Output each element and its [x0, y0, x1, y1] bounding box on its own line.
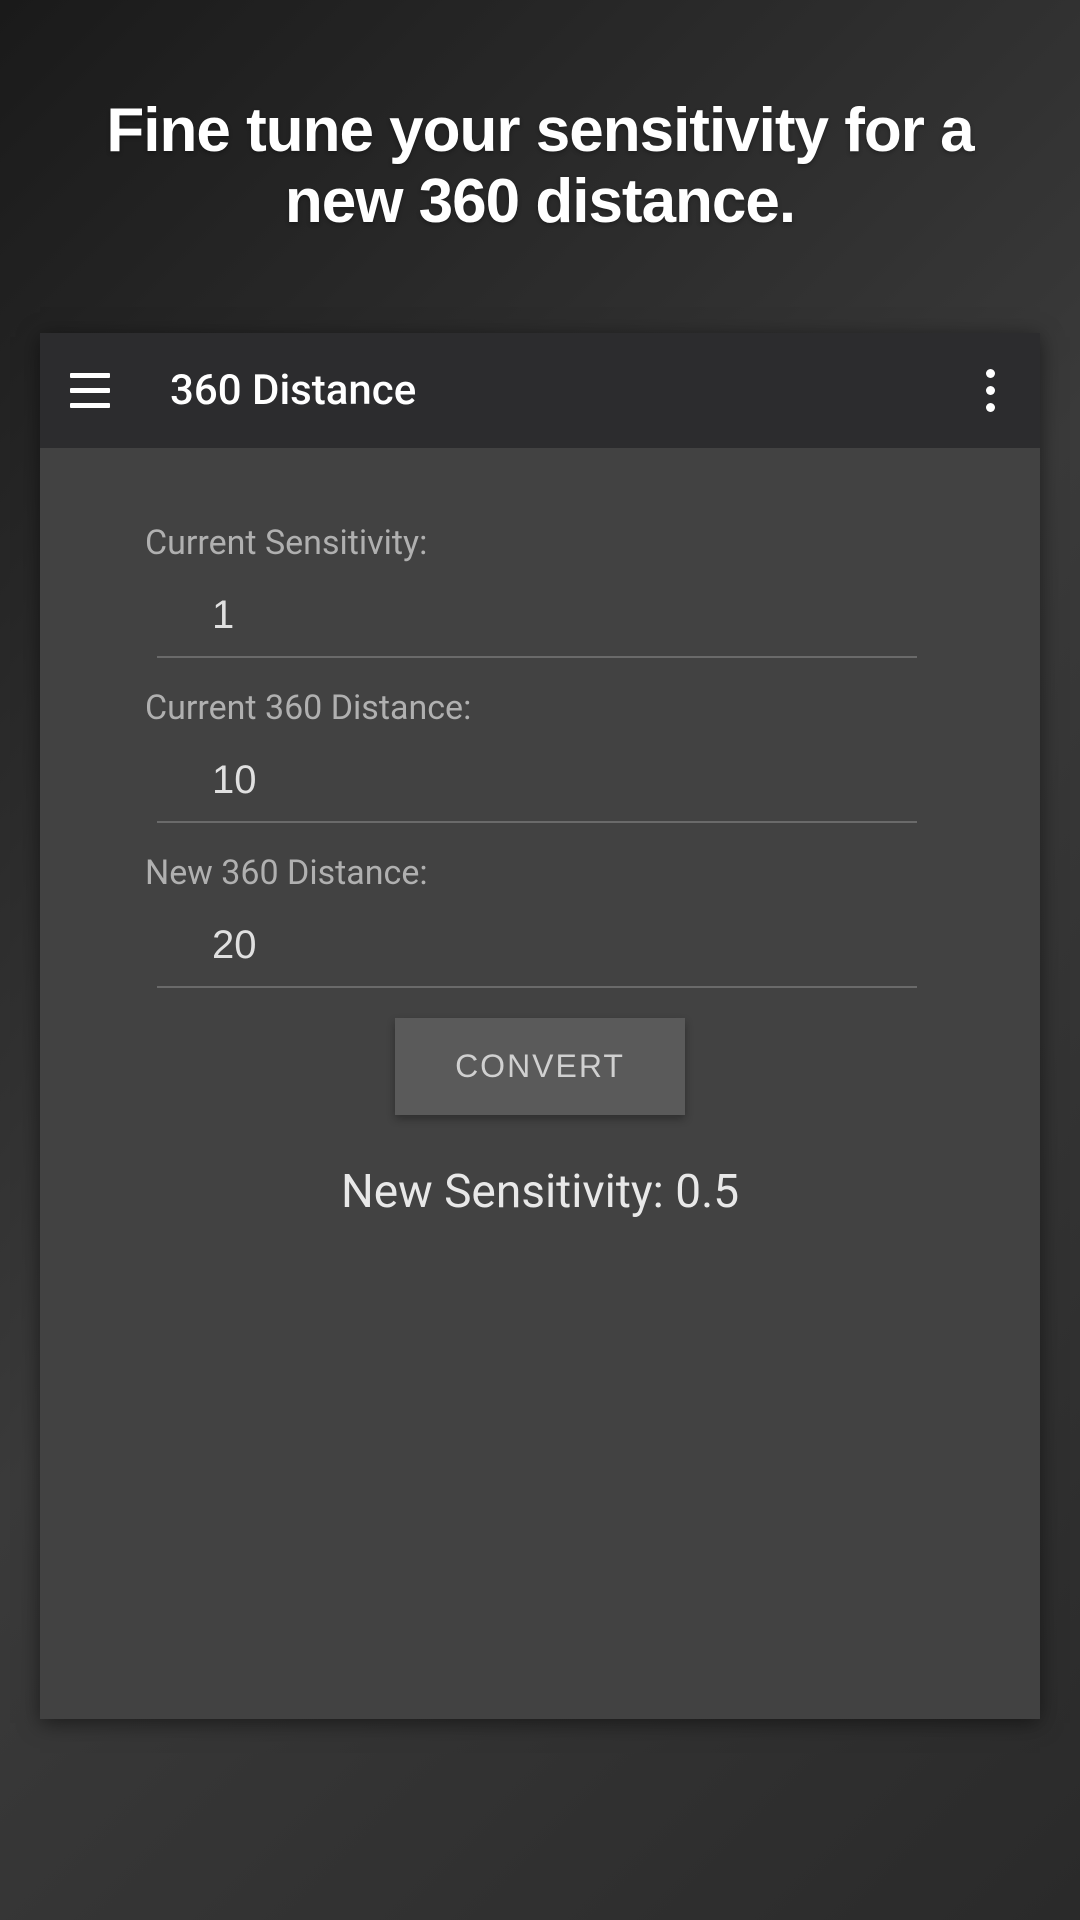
menu-icon[interactable]	[60, 360, 120, 420]
current-distance-label: Current 360 Distance:	[145, 688, 935, 728]
app-bar: 360 Distance	[40, 333, 1040, 448]
more-options-icon[interactable]	[960, 360, 1020, 420]
new-distance-group: New 360 Distance:	[145, 853, 935, 988]
result-text: New Sensitivity: 0.5	[145, 1165, 935, 1219]
convert-button[interactable]: CONVERT	[395, 1018, 685, 1115]
app-title: 360 Distance	[170, 366, 960, 415]
new-distance-input[interactable]	[157, 908, 917, 988]
current-sensitivity-label: Current Sensitivity:	[145, 523, 935, 563]
current-distance-group: Current 360 Distance:	[145, 688, 935, 823]
current-sensitivity-input[interactable]	[157, 578, 917, 658]
new-distance-label: New 360 Distance:	[145, 853, 935, 893]
page-tagline: Fine tune your sensitivity for a new 360…	[0, 0, 1080, 238]
current-distance-input[interactable]	[157, 743, 917, 823]
app-window: 360 Distance Current Sensitivity: Curren…	[40, 333, 1040, 1719]
content-area: Current Sensitivity: Current 360 Distanc…	[40, 448, 1040, 1719]
current-sensitivity-group: Current Sensitivity:	[145, 523, 935, 658]
